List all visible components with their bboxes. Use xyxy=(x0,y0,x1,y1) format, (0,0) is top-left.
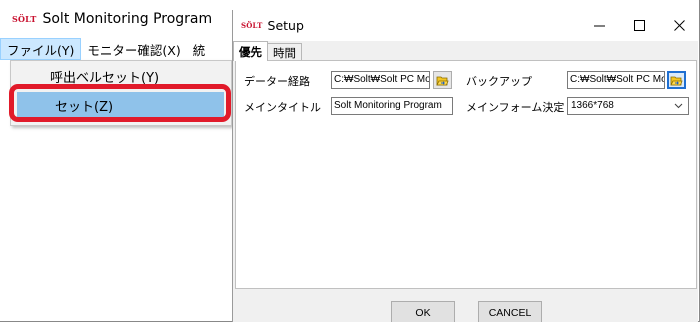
close-button[interactable] xyxy=(659,10,699,41)
main-title-label: メインタイトル xyxy=(244,101,321,114)
main-title-input[interactable]: Solt Monitoring Program xyxy=(331,97,453,115)
data-path-label: データー経路 xyxy=(244,75,310,88)
folder-icon xyxy=(670,76,683,85)
main-title-bar: SÖLT Solt Monitoring Program xyxy=(0,0,232,38)
maximize-icon xyxy=(633,20,645,31)
menu-file[interactable]: ファイル(Y) xyxy=(0,38,82,60)
minimize-icon xyxy=(593,25,605,27)
menu-monitor-check[interactable]: モニター確認(X) xyxy=(81,38,186,60)
close-icon xyxy=(673,20,685,31)
main-window-title: Solt Monitoring Program xyxy=(42,11,213,27)
menu-item-set[interactable]: セット(Z) xyxy=(17,92,224,118)
dialog-tabs: 優先 時間 xyxy=(233,41,302,61)
menu-bar: ファイル(Y) モニター確認(X) 統 xyxy=(0,38,232,60)
main-form-label: メインフォーム決定 xyxy=(466,101,565,114)
maximize-button[interactable] xyxy=(619,10,659,41)
setup-dialog: SÖLT Setup 優先 時間 データー経路 C:₩Solt₩Solt PC … xyxy=(232,10,699,322)
ok-button[interactable]: OK xyxy=(391,301,455,322)
solt-logo: SÖLT xyxy=(12,14,37,24)
menu-item-call-bell-set[interactable]: 呼出ベルセット(Y) xyxy=(12,63,222,89)
solt-logo-small: SÖLT xyxy=(241,21,263,30)
chevron-down-icon xyxy=(674,103,683,109)
tab-time[interactable]: 時間 xyxy=(267,43,302,61)
backup-path-input[interactable]: C:₩Solt₩Solt PC Mo xyxy=(567,71,665,89)
data-path-browse-button[interactable] xyxy=(433,71,452,89)
backup-browse-button[interactable] xyxy=(667,71,686,89)
main-form-select[interactable]: 1366*768 xyxy=(567,97,689,115)
main-form-selected-value: 1366*768 xyxy=(571,100,614,111)
folder-icon xyxy=(436,76,449,85)
file-dropdown-menu: 呼出ベルセット(Y) セット(Z) xyxy=(10,60,232,126)
menu-statistics[interactable]: 統 xyxy=(187,38,212,60)
backup-label: バックアップ xyxy=(466,75,532,88)
dialog-title: Setup xyxy=(267,18,304,33)
tab-panel-priority: データー経路 C:₩Solt₩Solt PC Mon バックアップ C:₩Sol… xyxy=(235,60,697,289)
cancel-button[interactable]: CANCEL xyxy=(478,301,542,322)
data-path-input[interactable]: C:₩Solt₩Solt PC Mon xyxy=(331,71,430,89)
minimize-button[interactable] xyxy=(579,10,619,41)
tab-priority[interactable]: 優先 xyxy=(233,41,268,61)
